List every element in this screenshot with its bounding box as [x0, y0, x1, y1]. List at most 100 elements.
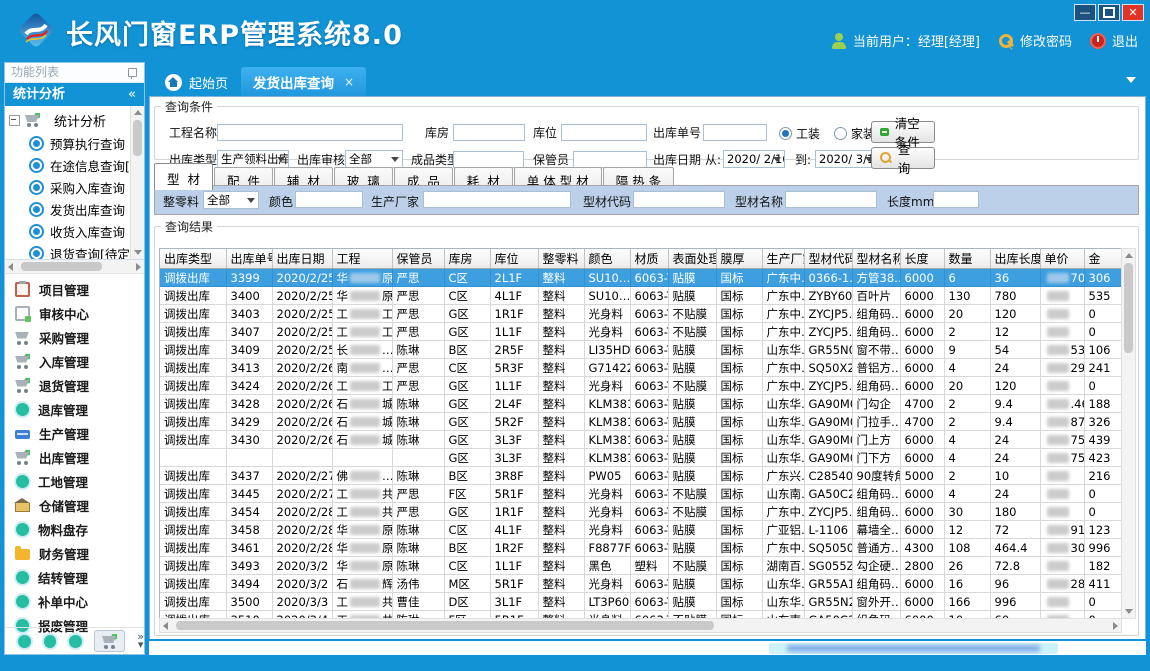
table-row[interactable]: 调拨出库35002020/3/3工共工程曹佳D区3L1F整料LT3P606063… [160, 593, 1122, 611]
column-header[interactable]: 出库长度 [990, 249, 1040, 269]
change-password-button[interactable]: 修改密码 [998, 31, 1072, 50]
sidebar-module-item[interactable]: 财务管理 [5, 541, 144, 565]
circle-icon[interactable] [69, 635, 82, 648]
table-row[interactable]: 调拨出库34072020/2/25工工程严思G区1L1F整料光身料6063-T5… [160, 323, 1122, 341]
radio-option[interactable]: 工装 [779, 124, 820, 142]
column-header[interactable]: 工程 [332, 249, 392, 269]
scroll-down-icon[interactable] [1125, 609, 1133, 614]
column-header[interactable]: 出库日期 [272, 249, 332, 269]
sidebar-module-item[interactable]: 采购管理 [5, 325, 144, 349]
location-input[interactable] [561, 124, 647, 141]
sidebar-module-item[interactable]: 退货管理 [5, 373, 144, 397]
column-header[interactable]: 生产厂家 [762, 249, 804, 269]
scroll-right-icon[interactable] [1113, 622, 1118, 630]
column-header[interactable]: 单价 [1040, 249, 1084, 269]
scroll-up-icon[interactable] [134, 110, 142, 115]
grid-horizontal-scrollbar[interactable] [159, 618, 1122, 633]
scroll-left-icon[interactable] [163, 622, 168, 630]
circle-icon[interactable] [44, 635, 57, 648]
tab-shipment-outbound-query[interactable]: 发货出库查询 × [241, 67, 366, 96]
scroll-thumb[interactable] [1124, 263, 1133, 353]
whole-part-select[interactable]: 全部 [203, 191, 259, 209]
scroll-down-icon[interactable] [134, 250, 142, 255]
column-header[interactable]: 型材代码 [804, 249, 852, 269]
tree-item[interactable]: 在途信息查询[待定] [29, 154, 130, 176]
column-header[interactable]: 颜色 [584, 249, 630, 269]
pin-icon[interactable] [128, 68, 137, 77]
logout-button[interactable]: 退出 [1090, 31, 1138, 50]
tree-item[interactable]: 退货查询[待定] [29, 242, 130, 260]
profile-name-input[interactable] [785, 191, 877, 208]
sidebar-module-item[interactable]: 工地管理 [5, 469, 144, 493]
table-row[interactable]: 调拨出库34292020/2/26石城陈琳G区5R2F整料KLM38176063… [160, 413, 1122, 431]
maximize-button[interactable] [1098, 4, 1120, 21]
sidebar-module-item[interactable]: 退库管理 [5, 397, 144, 421]
tree-horizontal-scrollbar[interactable] [5, 260, 144, 274]
scroll-right-icon[interactable] [136, 263, 141, 271]
table-row[interactable]: G区3L3F整料KLM38176063-T5贴膜国标山东华…GA90M09…门下… [160, 449, 1122, 467]
sidebar-section-header[interactable]: 统计分析 « [5, 83, 144, 106]
table-row[interactable]: 调拨出库34002020/2/25华原…严思C区4L1F整料SU10…6063-… [160, 287, 1122, 305]
collapse-icon[interactable]: « [128, 83, 136, 106]
sidebar-module-item[interactable]: 结转管理 [5, 565, 144, 589]
sidebar-module-item[interactable]: 补单中心 [5, 589, 144, 613]
sidebar-module-item[interactable]: 入库管理 [5, 349, 144, 373]
warehouse-input[interactable] [453, 124, 525, 141]
table-row[interactable]: 调拨出库34282020/2/26石城陈琳G区2L4F整料KLM38176063… [160, 395, 1122, 413]
table-row[interactable]: 调拨出库34032020/2/25工工程严思G区1R1F整料光身料6063-T5… [160, 305, 1122, 323]
tree-item[interactable]: 收货入库查询 [29, 220, 130, 242]
length-input[interactable] [933, 191, 979, 208]
column-header[interactable]: 保管员 [392, 249, 444, 269]
sidebar-module-item[interactable]: 出库管理 [5, 445, 144, 469]
table-row[interactable]: 调拨出库34542020/2/28工共工程严思G区1R1F整料光身料6063-T… [160, 503, 1122, 521]
table-row[interactable]: 调拨出库34942020/3/2石辉城汤伟M区5R1F整料光身料6063-T5贴… [160, 575, 1122, 593]
sidebar-module-item[interactable]: 项目管理 [5, 277, 144, 301]
column-header[interactable]: 长度 [900, 249, 944, 269]
table-row[interactable]: 调拨出库34092020/2/25长…陈琳B区2R5F整料LI35HD6063-… [160, 341, 1122, 359]
table-row[interactable]: 调拨出库34612020/2/28华原…陈琳B区1R2F整料F8877FT606… [160, 539, 1122, 557]
tree-item[interactable]: 预算执行查询 [29, 132, 130, 154]
sidebar-module-item[interactable]: 仓储管理 [5, 493, 144, 517]
column-header[interactable]: 库位 [490, 249, 538, 269]
circle-icon[interactable] [18, 635, 31, 648]
order-no-input[interactable] [703, 124, 767, 141]
table-row[interactable]: 调拨出库34302020/2/26石城陈琳G区3L3F整料KLM38176063… [160, 431, 1122, 449]
minimize-button[interactable]: — [1074, 4, 1096, 21]
overflow-chevron-button[interactable]: »▾ [137, 633, 144, 649]
close-button[interactable]: ✕ [1122, 4, 1144, 21]
sidebar-module-item[interactable]: 物料盘存 [5, 517, 144, 541]
column-header[interactable]: 整零料 [538, 249, 584, 269]
table-row[interactable]: 调拨出库34242020/2/26工工程严思G区1L1F整料光身料6063-T5… [160, 377, 1122, 395]
column-header[interactable]: 膜厚 [716, 249, 762, 269]
scroll-left-icon[interactable] [8, 263, 13, 271]
column-header[interactable]: 金 [1084, 249, 1122, 269]
tree-item[interactable]: 发货出库查询 [29, 198, 130, 220]
profile-code-input[interactable] [633, 191, 725, 208]
material-tab[interactable]: 型 材 [154, 163, 213, 190]
column-header[interactable]: 材质 [630, 249, 668, 269]
table-row[interactable]: 调拨出库34932020/3/2华原…陈琳C区1L1F整料黑色塑料不贴膜国标湖南… [160, 557, 1122, 575]
radio-option[interactable]: 家装 [834, 124, 875, 142]
tree-vertical-scrollbar[interactable] [130, 106, 144, 259]
project-name-input[interactable] [217, 124, 403, 141]
color-input[interactable] [295, 191, 363, 208]
tab-home[interactable]: 起始页 [155, 68, 238, 96]
scroll-thumb[interactable] [21, 262, 102, 271]
column-header[interactable]: 出库单号 [226, 249, 272, 269]
tree-expander-icon[interactable] [9, 115, 20, 126]
column-header[interactable]: 表面处理 [668, 249, 716, 269]
column-header[interactable]: 数量 [944, 249, 990, 269]
tab-list-dropdown-icon[interactable] [1126, 77, 1136, 83]
column-header[interactable]: 型材名称 [852, 249, 900, 269]
tree-root-node[interactable]: 统计分析 [9, 108, 130, 132]
column-header[interactable]: 出库类型 [160, 249, 226, 269]
table-row[interactable]: 调拨出库34372020/2/27佛…陈琳B区3R8F整料PW056063-T5… [160, 467, 1122, 485]
tab-close-icon[interactable]: × [344, 75, 354, 89]
table-row[interactable]: 调拨出库34582020/2/28华原…陈琳C区4L1F整料光身料6063-T5… [160, 521, 1122, 539]
sidebar-module-item[interactable]: 审核中心 [5, 301, 144, 325]
grid-vertical-scrollbar[interactable] [1121, 248, 1136, 619]
factory-input[interactable] [423, 191, 571, 208]
table-row[interactable]: 调拨出库33992020/2/25华原…严思C区2L1F整料SU10…6063-… [160, 269, 1122, 287]
cart-toolbar-button[interactable] [94, 630, 125, 652]
tree-item[interactable]: 采购入库查询 [29, 176, 130, 198]
